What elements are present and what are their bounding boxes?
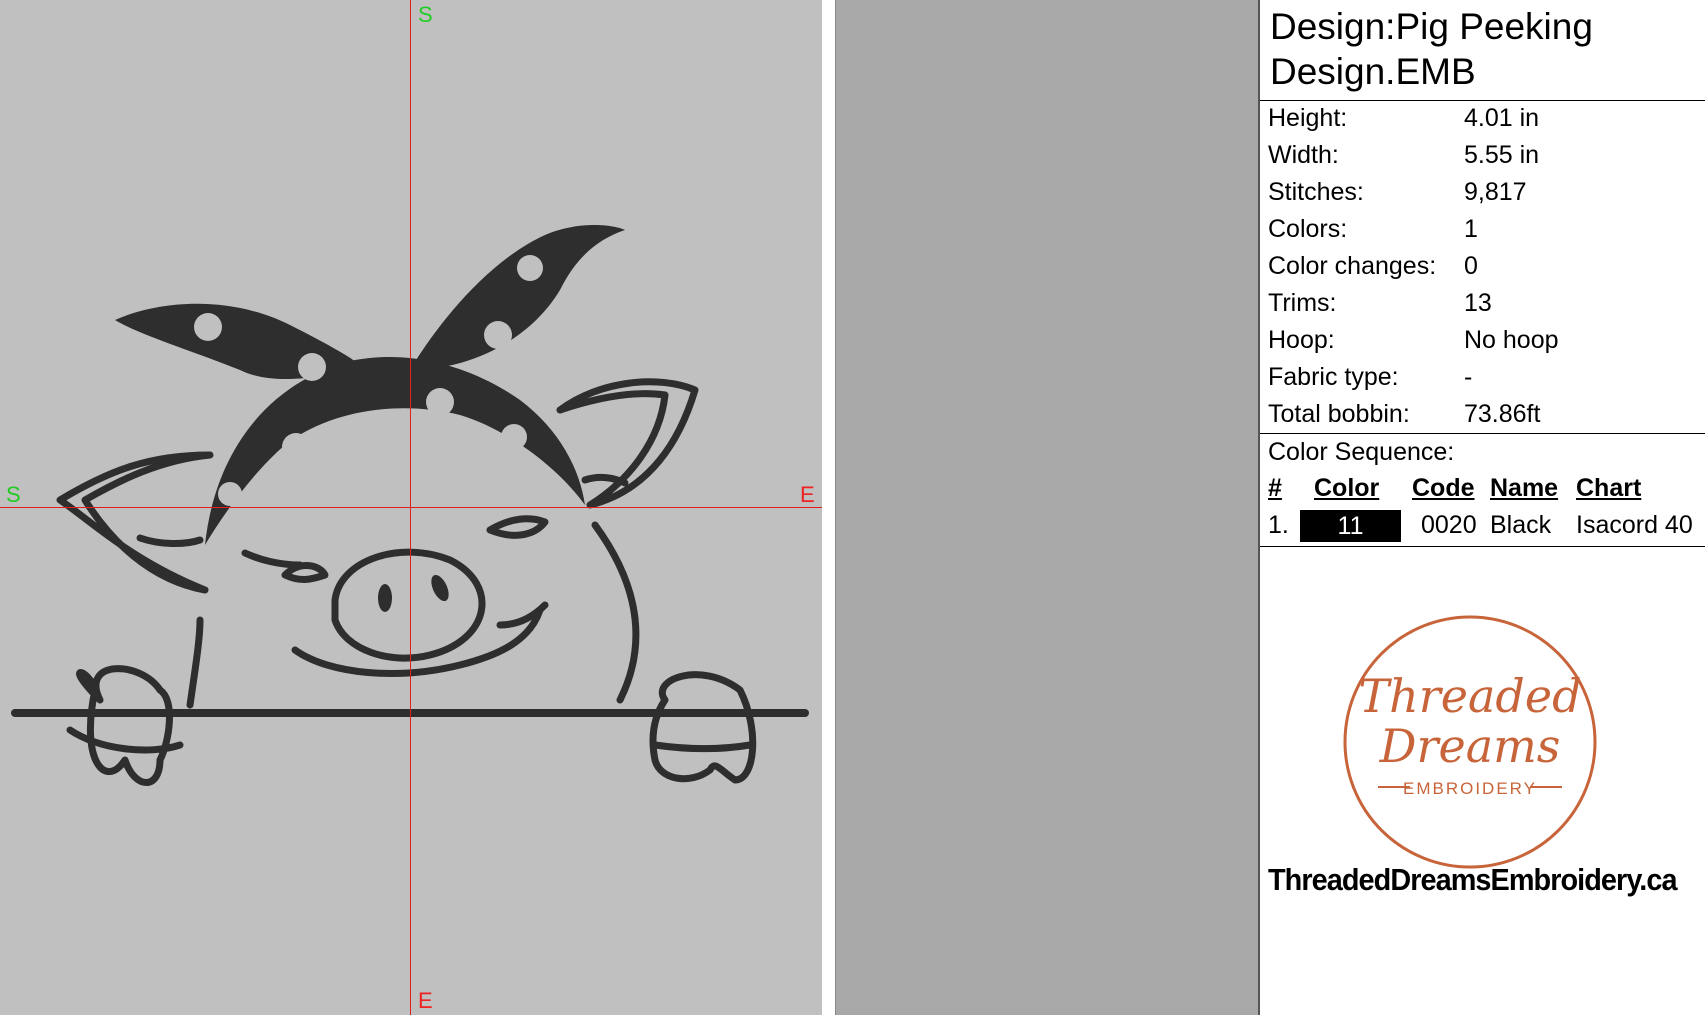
logo-line1: Threaded [1358,669,1581,723]
design-canvas[interactable]: S S E E [0,0,822,1015]
stat-value: No hoop [1464,326,1559,354]
stat-value: 4.01 in [1464,104,1540,132]
stat-label: Stitches: [1268,178,1364,206]
stat-label: Height: [1268,104,1348,132]
axis-label-left: S [6,482,21,507]
axis-label-right: E [800,482,815,507]
stat-value: 13 [1464,289,1492,317]
stat-value: 5.55 in [1464,141,1540,169]
stat-label: Colors: [1268,215,1348,243]
design-title: Design:Pig Peeking Design.EMB [1270,4,1593,94]
column-header-name: Name [1490,474,1559,502]
horizontal-center-line [0,507,822,508]
color-row-name: Black [1490,511,1552,539]
stat-label: Trims: [1268,289,1337,317]
column-header-chart: Chart [1576,474,1642,502]
website-url: ThreadedDreamsEmbroidery.ca [1268,862,1678,897]
column-header-num: # [1268,474,1282,502]
design-title-line1: Design:Pig Peeking [1270,6,1593,47]
color-row-code: 0020 [1421,511,1477,539]
stat-value: 0 [1464,252,1478,280]
logo-line2: Dreams [1379,719,1561,773]
stat-value: 9,817 [1464,178,1527,206]
stat-label: Color changes: [1268,252,1437,280]
color-row-chart: Isacord 40 [1576,511,1693,539]
stat-label: Fabric type: [1268,363,1399,391]
divider [1260,433,1705,434]
color-row-num: 1. [1268,511,1289,539]
stat-label: Hoop: [1268,326,1335,354]
axis-label-top: S [418,2,433,27]
divider [1260,546,1705,547]
canvas-scroll-edge [822,0,836,1015]
design-title-line2: Design.EMB [1270,51,1476,92]
workspace-background [836,0,1250,1015]
stat-value: - [1464,363,1473,391]
stat-label: Width: [1268,141,1339,169]
column-header-color: Color [1314,474,1380,502]
stat-label: Total bobbin: [1268,400,1410,428]
color-sequence-title: Color Sequence: [1268,438,1455,466]
threaded-dreams-logo: Threaded Dreams EMBROIDERY [1343,615,1597,869]
color-swatch: 11 [1300,510,1401,542]
design-info-panel: Design:Pig Peeking Design.EMB Height: 4.… [1258,0,1705,1015]
column-header-code: Code [1412,474,1475,502]
divider [1260,100,1705,101]
stat-value: 73.86ft [1464,400,1541,428]
logo-line3: EMBROIDERY [1403,779,1537,798]
stat-value: 1 [1464,215,1478,243]
axis-label-bottom: E [418,988,433,1013]
